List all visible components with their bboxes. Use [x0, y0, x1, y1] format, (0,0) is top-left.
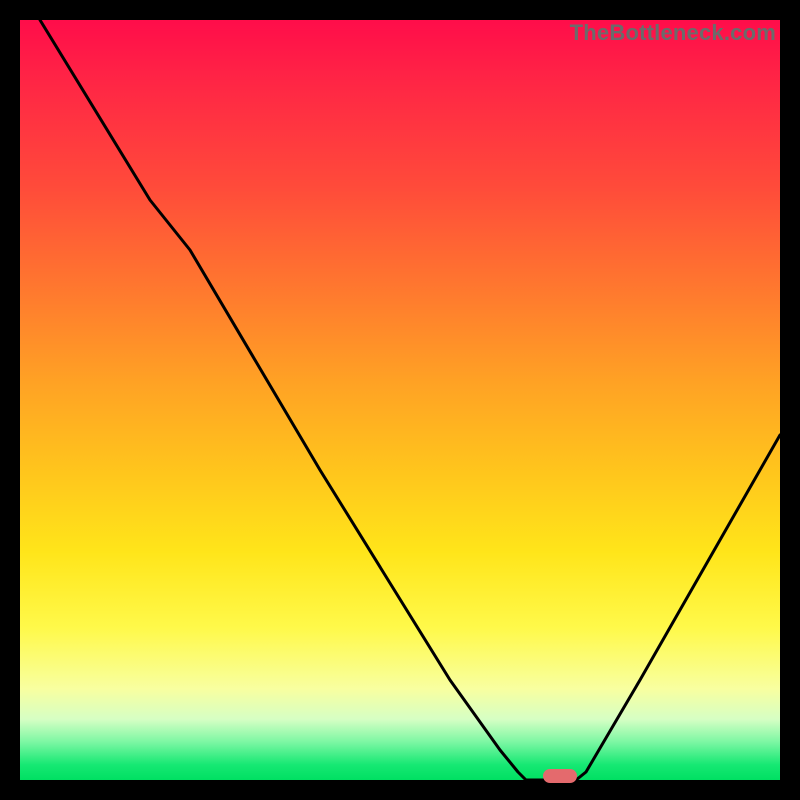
watermark-label: TheBottleneck.com — [570, 20, 776, 46]
chart-frame: TheBottleneck.com — [20, 20, 780, 780]
gradient-background — [20, 20, 780, 780]
